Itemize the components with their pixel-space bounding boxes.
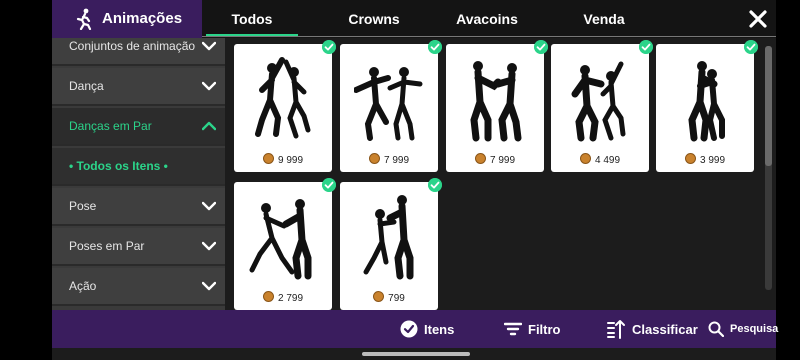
price-value: 7 999: [383, 155, 410, 166]
tab-avacoins[interactable]: Avacoins: [437, 0, 537, 38]
check-circle-icon: [400, 320, 418, 338]
avacoin-icon: [579, 153, 591, 164]
page-title: Animações: [102, 10, 183, 27]
tab-label: Crowns: [348, 11, 400, 27]
couple-lift-dance-icon: [363, 195, 414, 280]
sidebar-item-label: Poses em Par: [69, 239, 145, 253]
sidebar-subitem-label: • Todos os Itens •: [69, 159, 168, 173]
price-value: 799: [388, 293, 405, 304]
couple-embrace-dance-icon: [688, 61, 725, 142]
sort-label: Classificar: [632, 321, 698, 337]
item-card[interactable]: 7 999: [446, 40, 548, 172]
item-card[interactable]: 9 999: [234, 40, 336, 172]
sidebar-item-poses-em-par[interactable]: Poses em Par: [52, 228, 225, 266]
tab-label: Avacoins: [456, 11, 518, 27]
couple-hands-together-dance-icon: [470, 61, 522, 142]
price-value: 2 799: [277, 293, 304, 304]
sidebar-item-pose[interactable]: Pose: [52, 188, 225, 226]
item-card[interactable]: 799: [340, 178, 442, 310]
couple-spread-arms-dance-icon: [354, 67, 423, 141]
price-value: 4 499: [594, 155, 621, 166]
avacoin-icon: [262, 291, 274, 302]
header-divider: [202, 36, 776, 37]
avacoin-icon: [262, 153, 274, 164]
item-grid: 9 999 7 999 7 999 4 499 3 999 2 799 799: [234, 40, 764, 310]
sidebar-item-animation-sets[interactable]: Conjuntos de animação: [52, 38, 225, 66]
tab-crowns[interactable]: Crowns: [324, 0, 424, 38]
chevron-up-icon: [202, 121, 216, 131]
running-person-icon: [76, 8, 92, 30]
category-sidebar: Conjuntos de animação Dança Danças em Pa…: [52, 38, 225, 310]
owned-check-icon: [322, 40, 336, 54]
sort-button[interactable]: Classificar: [606, 310, 698, 348]
chevron-down-icon: [202, 41, 216, 51]
tab-venda[interactable]: Venda: [554, 0, 654, 38]
screen-right-edge: [776, 0, 800, 360]
chevron-down-icon: [202, 201, 216, 211]
avacoin-icon: [368, 153, 380, 164]
owned-check-icon: [744, 40, 758, 54]
price: 7 999: [340, 153, 438, 166]
price: 9 999: [234, 153, 332, 166]
search-icon: [708, 321, 724, 337]
title-tab: Animações: [52, 0, 202, 38]
tab-label: Venda: [583, 11, 625, 27]
tab-todos[interactable]: Todos: [202, 0, 302, 38]
search-button[interactable]: Pesquisa: [708, 310, 778, 348]
price-value: 7 999: [489, 155, 516, 166]
sidebar-item-label: Pose: [69, 199, 97, 213]
scrollbar-thumb[interactable]: [765, 46, 772, 166]
price: 3 999: [656, 153, 754, 166]
grid-scrollbar[interactable]: [765, 46, 772, 290]
chevron-down-icon: [202, 81, 216, 91]
price: 2 799: [234, 291, 332, 304]
sort-icon: [607, 320, 625, 339]
item-card[interactable]: 7 999: [340, 40, 442, 172]
couple-spin-dance-icon: [571, 61, 626, 142]
avacoin-icon: [684, 153, 696, 164]
sidebar-item-dancas-em-par[interactable]: Danças em Par: [52, 108, 225, 146]
items-label: Itens: [424, 321, 455, 337]
item-card[interactable]: 3 999: [656, 40, 758, 172]
sidebar-item-label: Danças em Par: [69, 119, 152, 133]
price-value: 3 999: [699, 155, 726, 166]
avacoin-icon: [474, 153, 486, 164]
screen-left-edge: [0, 0, 52, 360]
tab-label: Todos: [231, 11, 273, 27]
sidebar-item-danca[interactable]: Dança: [52, 68, 225, 106]
home-indicator[interactable]: [362, 352, 470, 356]
owned-check-icon: [428, 40, 442, 54]
owned-check-icon: [428, 178, 442, 192]
chevron-down-icon: [202, 241, 216, 251]
couple-tango-dance-icon: [249, 199, 312, 280]
chevron-down-icon: [202, 281, 216, 291]
header: Animações Todos Crowns Avacoins Venda: [52, 0, 776, 38]
couple-jump-dance-icon: [255, 57, 311, 139]
search-label: Pesquisa: [730, 323, 779, 335]
sidebar-item-label: Dança: [69, 79, 104, 93]
owned-check-icon: [534, 40, 548, 54]
price: 7 999: [446, 153, 544, 166]
animations-panel: Animações Todos Crowns Avacoins Venda Co…: [52, 0, 778, 360]
bottom-toolbar: Itens Filtro Classificar Pesquisa: [52, 310, 778, 348]
filter-button[interactable]: Filtro: [504, 310, 561, 348]
close-icon[interactable]: [746, 7, 770, 31]
sidebar-item-label: Ação: [69, 279, 97, 293]
avacoin-icon: [373, 291, 385, 302]
filter-icon: [504, 322, 522, 336]
item-card[interactable]: 2 799: [234, 178, 336, 310]
price: 4 499: [551, 153, 649, 166]
price-value: 9 999: [277, 155, 304, 166]
items-button[interactable]: Itens: [400, 310, 454, 348]
sidebar-item-acao[interactable]: Ação: [52, 268, 225, 306]
item-card[interactable]: 4 499: [551, 40, 653, 172]
sidebar-item-label: Conjuntos de animação: [69, 39, 196, 53]
price: 799: [340, 291, 438, 304]
sidebar-subitem-all-items[interactable]: • Todos os Itens •: [52, 148, 225, 186]
owned-check-icon: [322, 178, 336, 192]
owned-check-icon: [639, 40, 653, 54]
filter-label: Filtro: [528, 321, 561, 337]
